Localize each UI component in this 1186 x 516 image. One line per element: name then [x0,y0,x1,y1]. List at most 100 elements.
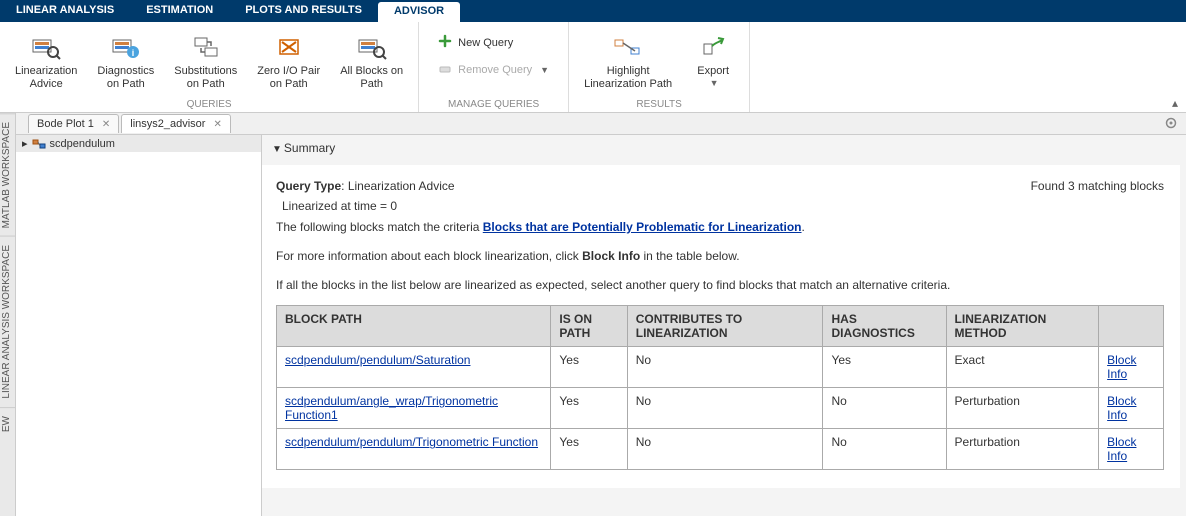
table-row: scdpendulum/pendulum/Trigonometric Funct… [277,429,1164,470]
highlight-path-icon [612,31,644,63]
substitutions-on-path-button[interactable]: Substitutions on Path [165,26,246,96]
side-tab-other[interactable]: EW [0,407,15,440]
ribbon-panel-queries: Linearization Advice i Diagnostics on Pa… [0,22,419,112]
side-tab-strip: MATLAB WORKSPACE LINEAR ANALYSIS WORKSPA… [0,113,16,516]
cell-contrib: No [627,388,823,429]
plus-icon [438,34,452,51]
doc-tab-bode-plot-1[interactable]: Bode Plot 1 ✕ [28,114,119,133]
block-path-link[interactable]: scdpendulum/pendulum/Trigonometric Funct… [285,435,538,449]
tab-linear-analysis[interactable]: LINEAR ANALYSIS [0,0,130,22]
block-path-link[interactable]: scdpendulum/angle_wrap/Trigonometric Fun… [285,394,498,422]
ribbon-collapse-toggle[interactable]: ▴ [1172,96,1178,110]
para2-pre: For more information about each block li… [276,249,582,263]
panel-label: QUERIES [0,99,418,110]
cell-method: Perturbation [946,388,1099,429]
ribbon-panel-manage-queries: New Query Remove Query ▼ MANAGE QUERIES [419,22,569,112]
document-tab-bar: Bode Plot 1 ✕ linsys2_advisor ✕ [16,113,1186,135]
block-info-link[interactable]: Block Info [1107,353,1136,381]
tab-estimation[interactable]: ESTIMATION [130,0,229,22]
svg-text:i: i [132,48,135,58]
zero-io-icon [273,31,305,63]
col-is-on-path: IS ON PATH [551,306,627,347]
tab-plots-results[interactable]: PLOTS AND RESULTS [229,0,378,22]
linearization-advice-icon [30,31,62,63]
ribbon-panel-results: Highlight Linearization Path Export ▼ RE… [569,22,750,112]
button-label: Export [697,65,729,78]
advisor-results-pane: ▼Summary Query Type: Linearization Advic… [262,135,1186,516]
col-block-path: BLOCK PATH [277,306,551,347]
chevron-down-icon: ▼ [540,65,549,75]
new-query-button[interactable]: New Query [431,30,556,55]
table-row: scdpendulum/pendulum/SaturationYesNoYesE… [277,347,1164,388]
para2-post: in the table below. [640,249,739,263]
linearization-advice-button[interactable]: Linearization Advice [6,26,86,96]
all-blocks-icon [356,31,388,63]
button-label: Remove Query [458,64,532,76]
diagnostics-on-path-button[interactable]: i Diagnostics on Path [88,26,163,96]
cell-contrib: No [627,429,823,470]
all-blocks-on-path-button[interactable]: All Blocks on Path [331,26,412,96]
col-linearization-method: LINEARIZATION METHOD [946,306,1099,347]
tab-advisor[interactable]: ADVISOR [378,2,460,22]
button-label: Linearization Advice [15,65,77,91]
para1-text: The following blocks match the criteria [276,220,483,234]
button-label: Substitutions on Path [174,65,237,91]
button-label: Diagnostics on Path [97,65,154,91]
chevron-down-icon: ▼ [710,78,719,88]
summary-header[interactable]: ▼Summary [262,135,1186,159]
tree-expand-icon[interactable]: ▸ [22,137,28,150]
remove-query-button: Remove Query ▼ [431,57,556,82]
button-label: Zero I/O Pair on Path [257,65,320,91]
summary-title: Summary [284,141,335,155]
query-type-label: Query Type [276,179,341,193]
cell-on-path: Yes [551,429,627,470]
cell-method: Exact [946,347,1099,388]
button-label: Highlight Linearization Path [584,65,672,91]
tab-options-gear-icon[interactable] [1164,116,1178,133]
block-path-link[interactable]: scdpendulum/pendulum/Saturation [285,353,470,367]
eraser-icon [438,61,452,78]
col-has-diagnostics: HAS DIAGNOSTICS [823,306,946,347]
disclosure-triangle-icon[interactable]: ▼ [272,144,282,155]
side-tab-matlab-workspace[interactable]: MATLAB WORKSPACE [0,113,15,236]
linearized-time: Linearized at time = 0 [276,199,455,213]
tree-root-item[interactable]: ▸ scdpendulum [16,135,261,152]
top-tab-bar: LINEAR ANALYSIS ESTIMATION PLOTS AND RES… [0,0,1186,22]
zero-io-pair-button[interactable]: Zero I/O Pair on Path [248,26,329,96]
query-type-value: Linearization Advice [348,179,455,193]
block-info-link[interactable]: Block Info [1107,435,1136,463]
para3-text: If all the blocks in the list below are … [276,277,1164,294]
ribbon: Linearization Advice i Diagnostics on Pa… [0,22,1186,113]
doc-tab-linsys2-advisor[interactable]: linsys2_advisor ✕ [121,114,231,133]
results-table: BLOCK PATH IS ON PATH CONTRIBUTES TO LIN… [276,305,1164,470]
para2-bold: Block Info [582,249,640,263]
cell-diag: No [823,429,946,470]
panel-label: RESULTS [569,99,749,110]
cell-on-path: Yes [551,388,627,429]
side-tab-linear-analysis-workspace[interactable]: LINEAR ANALYSIS WORKSPACE [0,236,15,407]
model-tree: ▸ scdpendulum [16,135,262,516]
close-icon[interactable]: ✕ [213,119,221,130]
tab-label: linsys2_advisor [130,118,205,130]
cell-diag: Yes [823,347,946,388]
close-icon[interactable]: ✕ [102,119,110,130]
table-row: scdpendulum/angle_wrap/Trigonometric Fun… [277,388,1164,429]
substitutions-icon [190,31,222,63]
simulink-model-icon [32,138,46,150]
button-label: All Blocks on Path [340,65,403,91]
tree-item-label: scdpendulum [50,138,115,150]
col-contributes: CONTRIBUTES TO LINEARIZATION [627,306,823,347]
cell-on-path: Yes [551,347,627,388]
block-info-link[interactable]: Block Info [1107,394,1136,422]
found-count: Found 3 matching blocks [1031,179,1164,193]
col-info [1099,306,1164,347]
highlight-linearization-path-button[interactable]: Highlight Linearization Path [575,26,681,96]
panel-label: MANAGE QUERIES [419,99,568,110]
export-button[interactable]: Export ▼ [683,26,743,93]
problematic-blocks-link[interactable]: Blocks that are Potentially Problematic … [483,220,802,234]
button-label: New Query [458,37,513,49]
cell-method: Perturbation [946,429,1099,470]
export-icon [697,31,729,63]
diagnostics-icon: i [110,31,142,63]
tab-label: Bode Plot 1 [37,118,94,130]
